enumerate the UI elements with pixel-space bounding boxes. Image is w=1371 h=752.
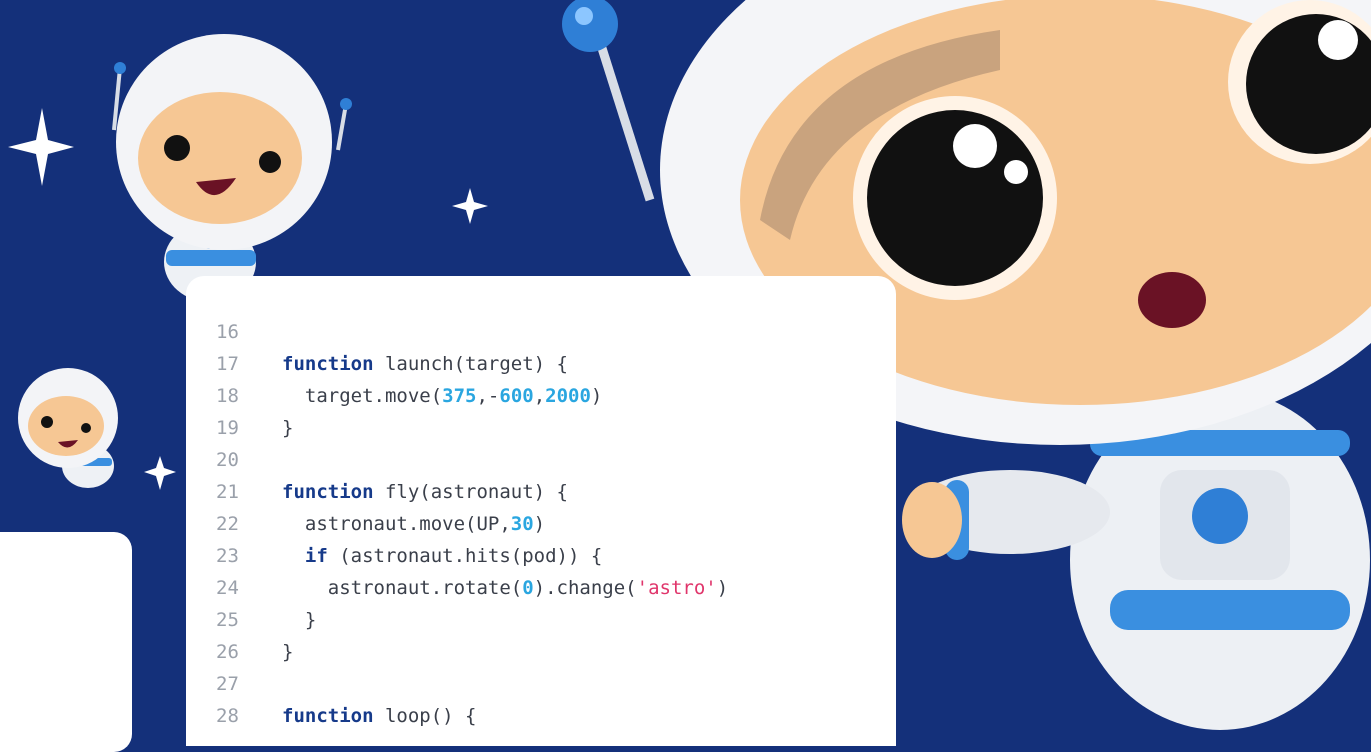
code-token: } — [282, 609, 317, 631]
code-token: 375 — [442, 385, 477, 407]
line-number: 16 — [216, 321, 239, 343]
sparkle-icon — [144, 456, 176, 490]
code-line: 17 function launch(target) { — [216, 348, 728, 380]
code-line: 16 — [216, 316, 728, 348]
code-token: ) — [590, 385, 603, 407]
code-token: ,- — [476, 385, 500, 407]
code-line: 28 function loop() { — [216, 700, 728, 732]
code-line: 25 } — [216, 604, 728, 636]
code-token: ) — [716, 577, 729, 599]
code-token: astronaut.move(UP, — [282, 513, 511, 535]
line-number: 18 — [216, 385, 239, 407]
code-token: function — [282, 705, 374, 727]
code-token: , — [533, 385, 546, 407]
line-number: 23 — [216, 545, 239, 567]
code-token: 30 — [510, 513, 534, 535]
code-token: 600 — [499, 385, 534, 407]
line-number: 25 — [216, 609, 239, 631]
code-token: loop() { — [373, 705, 477, 727]
code-line: 21 function fly(astronaut) { — [216, 476, 728, 508]
line-number: 28 — [216, 705, 239, 727]
code-token: } — [282, 641, 294, 663]
code-token: function — [282, 481, 374, 503]
line-number: 24 — [216, 577, 239, 599]
code-token: ).change( — [533, 577, 637, 599]
astronaut-small-icon — [112, 34, 352, 302]
code-token: 0 — [522, 577, 534, 599]
code-token: } — [282, 417, 294, 439]
line-number: 27 — [216, 673, 239, 695]
sparkle-icon — [8, 108, 74, 186]
line-number: 17 — [216, 353, 239, 375]
code-token: 'astro' — [636, 577, 717, 599]
code-lines: 16 17 function launch(target) { 18 target.m… — [216, 316, 728, 732]
code-line: 22 astronaut.move(UP,30) — [216, 508, 728, 540]
sparkle-icon — [452, 188, 488, 224]
code-token: fly(astronaut) { — [373, 481, 568, 503]
code-token: if — [304, 545, 328, 567]
code-token: astronaut.rotate( — [282, 577, 523, 599]
line-number: 19 — [216, 417, 239, 439]
code-line: 23 if (astronaut.hits(pod)) { — [216, 540, 728, 572]
code-line: 26} — [216, 636, 728, 668]
side-card — [0, 532, 132, 752]
astronaut-tiny-icon — [18, 368, 118, 488]
code-token: 2000 — [545, 385, 591, 407]
code-token: (astronaut.hits(pod)) { — [327, 545, 603, 567]
code-line: 27 — [216, 668, 728, 700]
code-token: function — [282, 353, 374, 375]
code-token: ) — [533, 513, 546, 535]
line-number: 20 — [216, 449, 239, 471]
code-line: 20 — [216, 444, 728, 476]
code-line: 18 target.move(375,-600,2000) — [216, 380, 728, 412]
code-editor-panel: 16 17 function launch(target) { 18 target.m… — [186, 276, 896, 746]
line-number: 26 — [216, 641, 239, 663]
code-line: 24 astronaut.rotate(0).change('astro') — [216, 572, 728, 604]
space-scene: 16 17 function launch(target) { 18 target.m… — [0, 0, 1371, 752]
line-number: 22 — [216, 513, 239, 535]
line-number: 21 — [216, 481, 239, 503]
code-token: launch(target) { — [373, 353, 568, 375]
code-token: target.move( — [282, 385, 443, 407]
code-line: 19} — [216, 412, 728, 444]
